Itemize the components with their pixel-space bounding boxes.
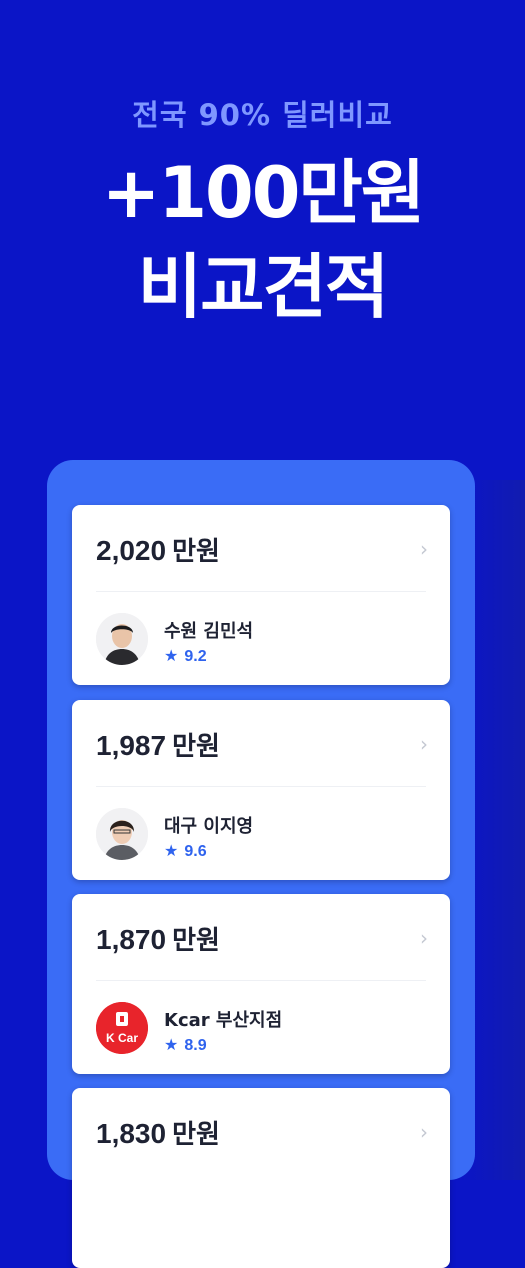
chevron-right-icon[interactable]: › xyxy=(420,1120,428,1144)
price-unit: 만원 xyxy=(172,537,220,567)
chevron-right-icon[interactable]: › xyxy=(420,537,428,561)
avatar xyxy=(96,808,148,860)
dealer-name: 수원 김민석 xyxy=(164,621,254,642)
price-value: 1,830 xyxy=(96,1118,167,1149)
price-value: 1,987 xyxy=(96,730,167,761)
offer-card[interactable]: 1,830 만원 › xyxy=(72,1088,450,1268)
price-value: 2,020 xyxy=(96,535,167,566)
price-unit: 만원 xyxy=(172,926,220,956)
star-icon: ★ xyxy=(164,841,179,860)
chevron-right-icon[interactable]: › xyxy=(420,732,428,756)
star-icon: ★ xyxy=(164,646,179,665)
offer-price: 1,870 만원 xyxy=(96,920,220,957)
price-unit: 만원 xyxy=(172,732,220,762)
dealer-rating: ★ 8.9 xyxy=(164,1035,207,1055)
divider xyxy=(96,786,426,787)
price-value: 1,870 xyxy=(96,924,167,955)
offer-price: 1,987 만원 xyxy=(96,726,220,763)
dealer-name: 대구 이지영 xyxy=(164,816,254,837)
divider xyxy=(96,591,426,592)
dealer-rating: ★ 9.2 xyxy=(164,646,207,666)
dealer-name: Kcar 부산지점 xyxy=(164,1010,283,1031)
rating-value: 9.6 xyxy=(184,843,207,860)
hero-title-line1: +100만원 xyxy=(101,152,426,234)
kcar-logo: K Car xyxy=(96,1002,148,1054)
price-unit: 만원 xyxy=(172,1120,220,1150)
divider xyxy=(96,980,426,981)
offer-price: 2,020 만원 xyxy=(96,531,220,568)
star-icon: ★ xyxy=(164,1035,179,1054)
rating-value: 8.9 xyxy=(184,1037,207,1054)
avatar xyxy=(96,613,148,665)
chevron-right-icon[interactable]: › xyxy=(420,926,428,950)
rating-value: 9.2 xyxy=(184,648,207,665)
offer-card[interactable]: 2,020 만원 › 수원 김민석 ★ 9.2 xyxy=(72,505,450,685)
svg-text:K Car: K Car xyxy=(106,1031,138,1045)
dealer-rating: ★ 9.6 xyxy=(164,841,207,861)
hero-subtitle: 전국 90% 딜러비교 xyxy=(132,98,393,132)
offer-price: 1,830 만원 xyxy=(96,1114,220,1151)
offer-card[interactable]: 1,870 만원 › K Car Kcar 부산지점 ★ 8.9 xyxy=(72,894,450,1074)
hero-title-line2: 비교견적 xyxy=(137,246,390,328)
offer-card[interactable]: 1,987 만원 › 대구 이지영 ★ 9.6 xyxy=(72,700,450,880)
